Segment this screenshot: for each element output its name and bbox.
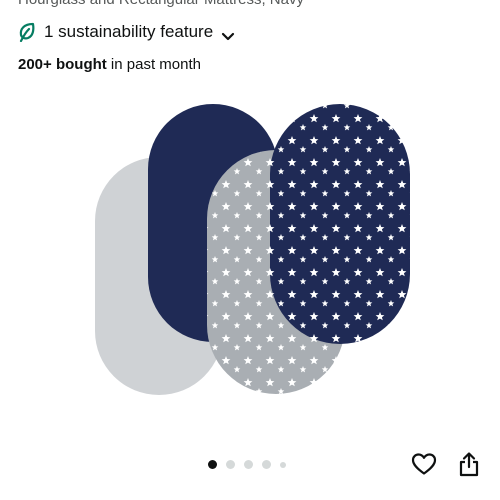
wishlist-button[interactable] bbox=[409, 451, 439, 481]
carousel-dot[interactable] bbox=[208, 460, 217, 469]
leaf-icon bbox=[18, 22, 36, 43]
bought-in-past-month: 200+ bought in past month bbox=[18, 56, 201, 73]
product-title: Hourglass and Rectangular Mattress, Navy bbox=[18, 0, 304, 8]
sheet-navy-stars bbox=[270, 104, 410, 344]
carousel-dot[interactable] bbox=[226, 460, 235, 469]
image-carousel-indicator[interactable] bbox=[208, 460, 286, 469]
carousel-dot[interactable] bbox=[280, 461, 286, 468]
bought-count: 200+ bought bbox=[18, 56, 107, 73]
share-button[interactable] bbox=[454, 451, 484, 481]
heart-icon bbox=[411, 452, 437, 481]
product-image-graphic bbox=[95, 104, 410, 395]
product-image[interactable] bbox=[0, 90, 500, 420]
share-icon bbox=[457, 451, 481, 482]
chevron-down-icon bbox=[221, 27, 235, 41]
carousel-dot[interactable] bbox=[262, 460, 271, 469]
carousel-dot[interactable] bbox=[244, 460, 253, 469]
bought-suffix: in past month bbox=[106, 56, 201, 73]
sustainability-feature-toggle[interactable]: 1 sustainability feature bbox=[18, 22, 235, 43]
sustainability-label: 1 sustainability feature bbox=[44, 22, 214, 41]
